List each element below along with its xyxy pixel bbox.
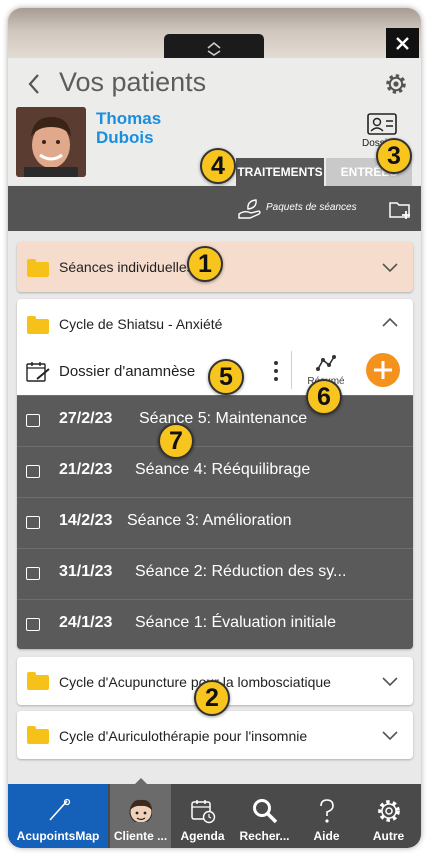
add-session-button[interactable] <box>366 353 400 387</box>
close-icon <box>396 37 409 50</box>
cycle-header[interactable]: Cycle de Shiatsu - Anxiété <box>17 299 413 347</box>
patient-first-name: Thomas <box>96 109 162 128</box>
folder-icon <box>27 672 49 690</box>
patient-last-name: Dubois <box>96 128 154 147</box>
tab-label: Autre <box>372 829 405 843</box>
gear-icon[interactable] <box>384 72 408 96</box>
selected-indicator <box>135 778 147 784</box>
annotation-badge-7: 7 <box>158 423 194 459</box>
session-row[interactable]: 24/1/23 Séance 1: Évaluation initiale <box>17 599 413 649</box>
session-date: 14/2/23 <box>59 512 113 529</box>
tab-traitements[interactable]: TRAITEMENTS <box>236 158 324 186</box>
app-window: Vos patients Thomas Dubois Dossier TRAIT… <box>8 8 421 848</box>
cycle-label: Séances individuelles <box>59 259 194 275</box>
tab-label: Aide <box>313 829 340 843</box>
help-icon <box>320 799 334 823</box>
tab-acupointsmap[interactable]: AcupointsMap <box>8 784 108 848</box>
session-title: Séance 3: Amélioration <box>127 512 292 529</box>
chevron-down-icon[interactable] <box>381 674 399 688</box>
chevron-down-icon[interactable] <box>381 260 399 274</box>
cycle-label: Cycle d'Acupuncture pour la lombosciatiq… <box>59 674 331 690</box>
folder-icon <box>27 726 49 744</box>
gear-icon <box>378 800 400 822</box>
annotation-badge-2: 2 <box>194 680 230 716</box>
packages-label[interactable]: Paquets de séances <box>266 202 357 213</box>
tab-label: Agenda <box>180 829 225 843</box>
more-vertical-icon[interactable] <box>272 360 280 382</box>
session-title: Séance 2: Réduction des sy... <box>135 563 347 580</box>
cycle-label: Cycle d'Auriculothérapie pour l'insomnie <box>59 728 308 744</box>
tab-autre[interactable]: Autre <box>358 784 419 848</box>
patient-name: Thomas Dubois <box>96 109 161 147</box>
id-card-icon <box>367 113 397 135</box>
checkbox-icon <box>26 516 40 529</box>
plus-icon <box>374 361 392 379</box>
folder-icon <box>27 259 49 277</box>
session-title: Séance 5: Maintenance <box>139 410 308 427</box>
annotation-badge-1: 1 <box>187 246 223 282</box>
calendar-clock-icon <box>191 800 216 824</box>
tab-label: AcupointsMap <box>16 829 100 843</box>
annotation-badge-6: 6 <box>306 379 342 415</box>
session-title: Séance 1: Évaluation initiale <box>135 614 337 631</box>
session-title: Séance 4: Rééquilibrage <box>135 461 311 478</box>
annotation-badge-4: 4 <box>200 148 236 184</box>
tab-label: Cliente ... <box>113 829 168 843</box>
chevron-down-icon[interactable] <box>381 728 399 742</box>
session-date: 31/1/23 <box>59 563 113 580</box>
cycle-card-shiatsu: Cycle de Shiatsu - Anxiété Dossier d'ana… <box>17 299 413 649</box>
checkbox-icon <box>26 465 40 478</box>
close-button[interactable] <box>386 28 419 59</box>
bottom-tab-bar: AcupointsMap Cliente ... Agenda Recher..… <box>8 778 421 848</box>
anamnese-label[interactable]: Dossier d'anamnèse <box>59 363 195 380</box>
sheet-handle[interactable] <box>164 34 264 58</box>
session-date: 21/2/23 <box>59 461 113 478</box>
session-row[interactable]: 31/1/23 Séance 2: Réduction des sy... <box>17 548 413 599</box>
session-list: 27/2/23 Séance 5: Maintenance 21/2/23 Sé… <box>17 395 413 649</box>
tab-agenda[interactable]: Agenda <box>172 784 233 848</box>
divider <box>291 351 292 389</box>
search-icon <box>253 799 278 824</box>
page-title: Vos patients <box>59 67 207 97</box>
checkbox-icon <box>26 414 40 427</box>
acupuncture-needle-icon <box>49 798 71 821</box>
folder-icon <box>27 316 49 334</box>
tab-clients[interactable]: Cliente ... <box>110 778 171 848</box>
session-date: 27/2/23 <box>59 410 113 427</box>
session-date: 24/1/23 <box>59 614 113 631</box>
tab-recherche[interactable]: Recher... <box>234 784 295 848</box>
session-row[interactable]: 21/2/23 Séance 4: Rééquilibrage <box>17 446 413 497</box>
hand-leaf-icon[interactable] <box>237 198 263 220</box>
graph-nodes-icon <box>316 355 336 371</box>
cycle-card-auriculo[interactable]: Cycle d'Auriculothérapie pour l'insomnie <box>17 711 413 759</box>
annotation-badge-3: 3 <box>376 138 412 174</box>
session-row[interactable]: 27/2/23 Séance 5: Maintenance <box>17 395 413 446</box>
tab-aide[interactable]: Aide <box>296 784 357 848</box>
session-row[interactable]: 14/2/23 Séance 3: Amélioration <box>17 497 413 548</box>
checkbox-icon <box>26 567 40 580</box>
annotation-badge-5: 5 <box>208 359 244 395</box>
cycle-label: Cycle de Shiatsu - Anxiété <box>59 316 223 332</box>
add-folder-icon[interactable] <box>388 198 414 220</box>
treatments-toolbar: Paquets de séances <box>8 186 421 231</box>
checkbox-icon <box>26 618 40 631</box>
chevron-up-icon[interactable] <box>381 315 399 329</box>
form-edit-icon <box>26 362 50 382</box>
client-face-icon <box>129 799 152 822</box>
back-chevron-icon[interactable] <box>26 72 42 96</box>
chevron-up-down-icon <box>207 41 221 56</box>
tab-label: Recher... <box>239 829 290 843</box>
